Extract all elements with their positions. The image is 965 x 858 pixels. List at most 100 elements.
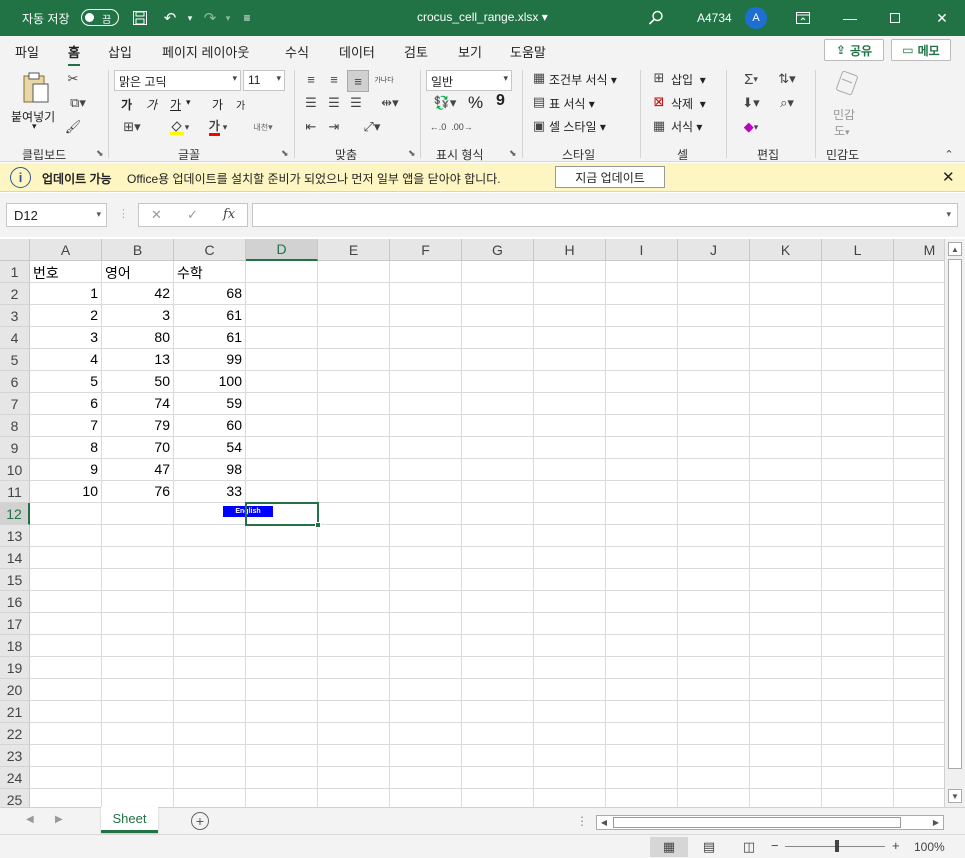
cell[interactable] [822,569,894,591]
cell[interactable] [246,525,318,547]
cell[interactable] [462,569,534,591]
cell[interactable] [246,481,318,503]
cell[interactable] [102,657,174,679]
cell[interactable] [822,613,894,635]
column-header[interactable]: J [678,239,750,261]
cell[interactable] [678,481,750,503]
cell[interactable] [246,613,318,635]
row-header[interactable]: 23 [0,745,30,767]
cell[interactable] [102,723,174,745]
cell[interactable] [894,745,944,767]
cell[interactable]: 2 [30,305,102,327]
cell[interactable] [606,261,678,283]
redo-dropdown-icon[interactable]: ▾ [218,8,238,28]
cell[interactable] [390,635,462,657]
comma-button[interactable]: 9 [496,92,505,110]
cell[interactable] [462,503,534,525]
cell[interactable] [678,349,750,371]
cell[interactable] [534,679,606,701]
cell[interactable] [822,591,894,613]
cell[interactable] [462,635,534,657]
cell[interactable] [246,283,318,305]
tab-page-layout[interactable]: 페이지 레이아웃 [162,42,249,61]
page-layout-view-icon[interactable]: ▤ [690,837,728,857]
column-header[interactable]: A [30,239,102,261]
cell[interactable] [606,437,678,459]
column-header[interactable]: B [102,239,174,261]
cell[interactable] [894,503,944,525]
cell[interactable] [822,503,894,525]
cell[interactable] [534,327,606,349]
cell[interactable] [822,701,894,723]
cell[interactable]: 8 [30,437,102,459]
column-header[interactable]: I [606,239,678,261]
scroll-up-icon[interactable]: ▲ [948,242,962,256]
cell[interactable] [246,261,318,283]
insert-cells-icon[interactable]: ⊞ [651,70,667,86]
cell[interactable] [318,591,390,613]
row-header[interactable]: 24 [0,767,30,789]
cell[interactable] [30,591,102,613]
cell[interactable] [822,415,894,437]
cancel-icon[interactable]: ✕ [151,207,162,223]
cell[interactable]: 98 [174,459,246,481]
scroll-left-icon[interactable]: ◀ [597,816,611,829]
spreadsheet-grid[interactable]: A B C D E F G H I J K L M 1 번호 영어 수학 2 1 42 68 3 2 3 61 4 3 80 61 5 4 1… [0,239,944,807]
column-header[interactable]: F [390,239,462,261]
cell[interactable] [750,371,822,393]
row-header[interactable]: 2 [0,283,30,305]
cell[interactable]: 74 [102,393,174,415]
cell[interactable] [606,459,678,481]
row-header[interactable]: 1 [0,261,30,283]
row-header[interactable]: 25 [0,789,30,807]
row-header[interactable]: 15 [0,569,30,591]
border-icon[interactable]: ⊞▾ [117,118,147,136]
cell[interactable] [246,415,318,437]
number-launcher-icon[interactable]: ⬊ [509,148,517,159]
cell[interactable] [534,569,606,591]
cell[interactable] [678,327,750,349]
cell[interactable] [606,415,678,437]
update-now-button[interactable]: 지금 업데이트 [555,166,665,188]
row-header[interactable]: 14 [0,547,30,569]
cell[interactable] [894,393,944,415]
row-header[interactable]: 22 [0,723,30,745]
cell[interactable] [390,393,462,415]
cell[interactable]: 79 [102,415,174,437]
undo-dropdown-icon[interactable]: ▾ [180,8,200,28]
cell[interactable] [894,283,944,305]
cell[interactable] [606,503,678,525]
cell[interactable] [894,569,944,591]
cell[interactable] [534,701,606,723]
format-painter-icon[interactable]: 🖌 [64,118,82,136]
cell[interactable]: 4 [30,349,102,371]
cell[interactable]: 68 [174,283,246,305]
cell[interactable] [534,635,606,657]
underline-button[interactable]: 가 [170,96,181,113]
row-header[interactable]: 16 [0,591,30,613]
column-header[interactable]: K [750,239,822,261]
cell[interactable] [822,437,894,459]
cell[interactable] [606,349,678,371]
cell[interactable] [30,767,102,789]
cell[interactable] [750,261,822,283]
cell[interactable] [102,591,174,613]
horizontal-scrollbar[interactable]: ◀ ▶ [596,815,944,830]
cell[interactable] [30,525,102,547]
cell[interactable] [534,305,606,327]
cell[interactable] [822,635,894,657]
cell[interactable] [390,701,462,723]
cell[interactable] [750,305,822,327]
align-center-icon[interactable]: ☰ [325,94,343,112]
cell[interactable] [174,789,246,807]
cell[interactable] [894,481,944,503]
cell[interactable] [750,679,822,701]
cell[interactable] [606,635,678,657]
cell[interactable] [318,547,390,569]
sheet-tab[interactable]: Sheet [101,807,158,833]
cell[interactable] [390,591,462,613]
cell[interactable] [894,305,944,327]
cell[interactable] [390,283,462,305]
cell[interactable] [822,393,894,415]
cell[interactable] [894,327,944,349]
